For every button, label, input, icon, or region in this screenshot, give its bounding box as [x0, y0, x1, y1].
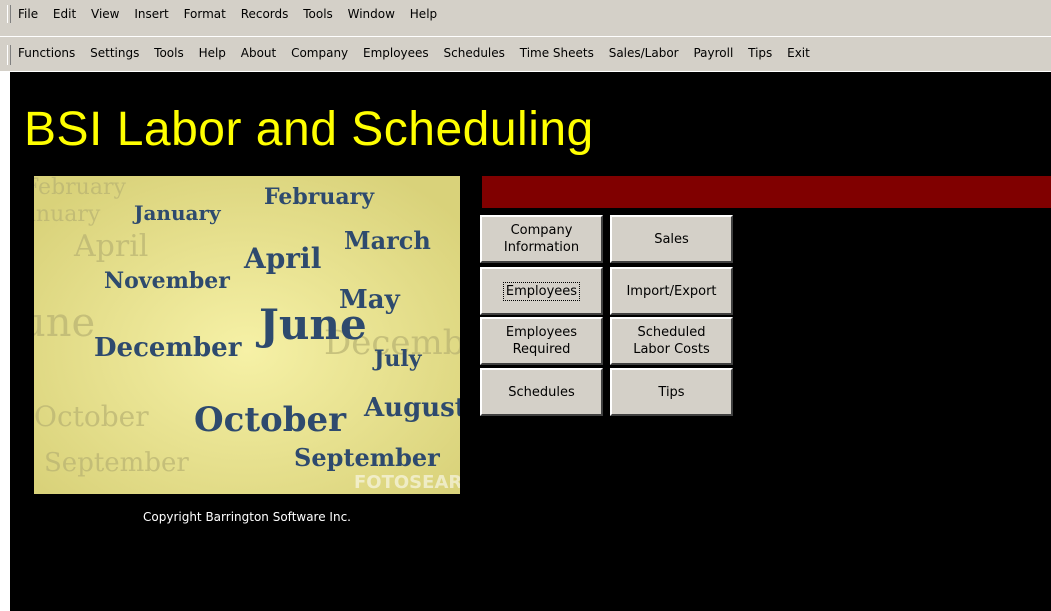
button-label: Employees Required	[505, 325, 578, 357]
month-word: February	[264, 184, 375, 210]
toolbar-exit[interactable]: Exit	[787, 46, 810, 60]
company-information-button[interactable]: Company Information	[480, 215, 603, 263]
button-label: Company Information	[503, 223, 580, 255]
app-title: BSI Labor and Scheduling	[24, 103, 594, 156]
month-word: November	[104, 268, 230, 294]
toolbar-company[interactable]: Company	[291, 46, 348, 60]
toolbar-sales-labor[interactable]: Sales/Labor	[609, 46, 679, 60]
toolbar-about[interactable]: About	[241, 46, 276, 60]
toolbar-schedules[interactable]: Schedules	[444, 46, 505, 60]
image-watermark: FOTOSEARCH.com	[354, 472, 460, 493]
copyright-text: Copyright Barrington Software Inc.	[143, 510, 351, 524]
month-word: June	[255, 300, 367, 349]
faded-month-word: June	[34, 300, 95, 346]
toolbar-settings[interactable]: Settings	[90, 46, 139, 60]
month-word: March	[344, 226, 431, 255]
month-word: September	[294, 443, 440, 472]
menu-view[interactable]: View	[91, 7, 119, 21]
employees-button[interactable]: Employees	[480, 267, 603, 315]
menu-records[interactable]: Records	[241, 7, 289, 21]
faded-month-word: September	[44, 448, 189, 478]
toolbar-functions[interactable]: Functions	[18, 46, 75, 60]
month-word: October	[194, 400, 347, 440]
faded-month-word: February	[34, 176, 126, 200]
menu-file[interactable]: File	[18, 7, 38, 21]
menu-help[interactable]: Help	[410, 7, 437, 21]
menu-insert[interactable]: Insert	[134, 7, 168, 21]
calendar-months-image: February January April June December Oct…	[34, 176, 460, 494]
menu-grip[interactable]	[7, 5, 11, 23]
faded-month-word: April	[73, 229, 148, 264]
menu-format[interactable]: Format	[184, 7, 226, 21]
tips-button[interactable]: Tips	[610, 368, 733, 416]
toolbar-payroll[interactable]: Payroll	[693, 46, 733, 60]
faded-month-word: October	[34, 400, 149, 433]
toolbar-items: Functions Settings Tools Help About Comp…	[18, 46, 821, 60]
sales-button[interactable]: Sales	[610, 215, 733, 263]
button-label: Employees	[502, 281, 581, 301]
menu-tools[interactable]: Tools	[303, 7, 333, 21]
scheduled-labor-costs-button[interactable]: Scheduled Labor Costs	[610, 317, 733, 365]
menu-items: File Edit View Insert Format Records Too…	[18, 7, 448, 21]
month-word: December	[94, 333, 242, 363]
menu-row: File Edit View Insert Format Records Too…	[0, 5, 1051, 23]
main-form: BSI Labor and Scheduling February Januar…	[10, 72, 1051, 611]
month-word: April	[243, 242, 321, 275]
import-export-button[interactable]: Import/Export	[610, 267, 733, 315]
faded-month-word: January	[34, 202, 101, 227]
button-label: Tips	[658, 384, 685, 400]
menu-edit[interactable]: Edit	[53, 7, 76, 21]
button-label: Schedules	[508, 384, 575, 400]
custom-toolbar: Functions Settings Tools Help About Comp…	[0, 36, 1051, 71]
menu-window[interactable]: Window	[348, 7, 395, 21]
month-word: July	[372, 346, 423, 372]
toolbar-tools[interactable]: Tools	[154, 46, 184, 60]
button-label: Import/Export	[626, 283, 717, 299]
toolbar-employees[interactable]: Employees	[363, 46, 429, 60]
months-word-collage: February January April June December Oct…	[34, 176, 460, 494]
button-label: Scheduled Labor Costs	[633, 325, 710, 357]
schedules-button[interactable]: Schedules	[480, 368, 603, 416]
accent-bar	[482, 176, 1051, 208]
toolbar-help[interactable]: Help	[199, 46, 226, 60]
toolbar-grip[interactable]	[7, 45, 11, 65]
button-label: Sales	[654, 231, 689, 247]
employees-required-button[interactable]: Employees Required	[480, 317, 603, 365]
toolbar-time-sheets[interactable]: Time Sheets	[520, 46, 594, 60]
month-word: January	[132, 201, 222, 225]
menu-bar: File Edit View Insert Format Records Too…	[0, 0, 1051, 36]
toolbar-tips[interactable]: Tips	[748, 46, 772, 60]
month-word: August	[363, 393, 460, 423]
